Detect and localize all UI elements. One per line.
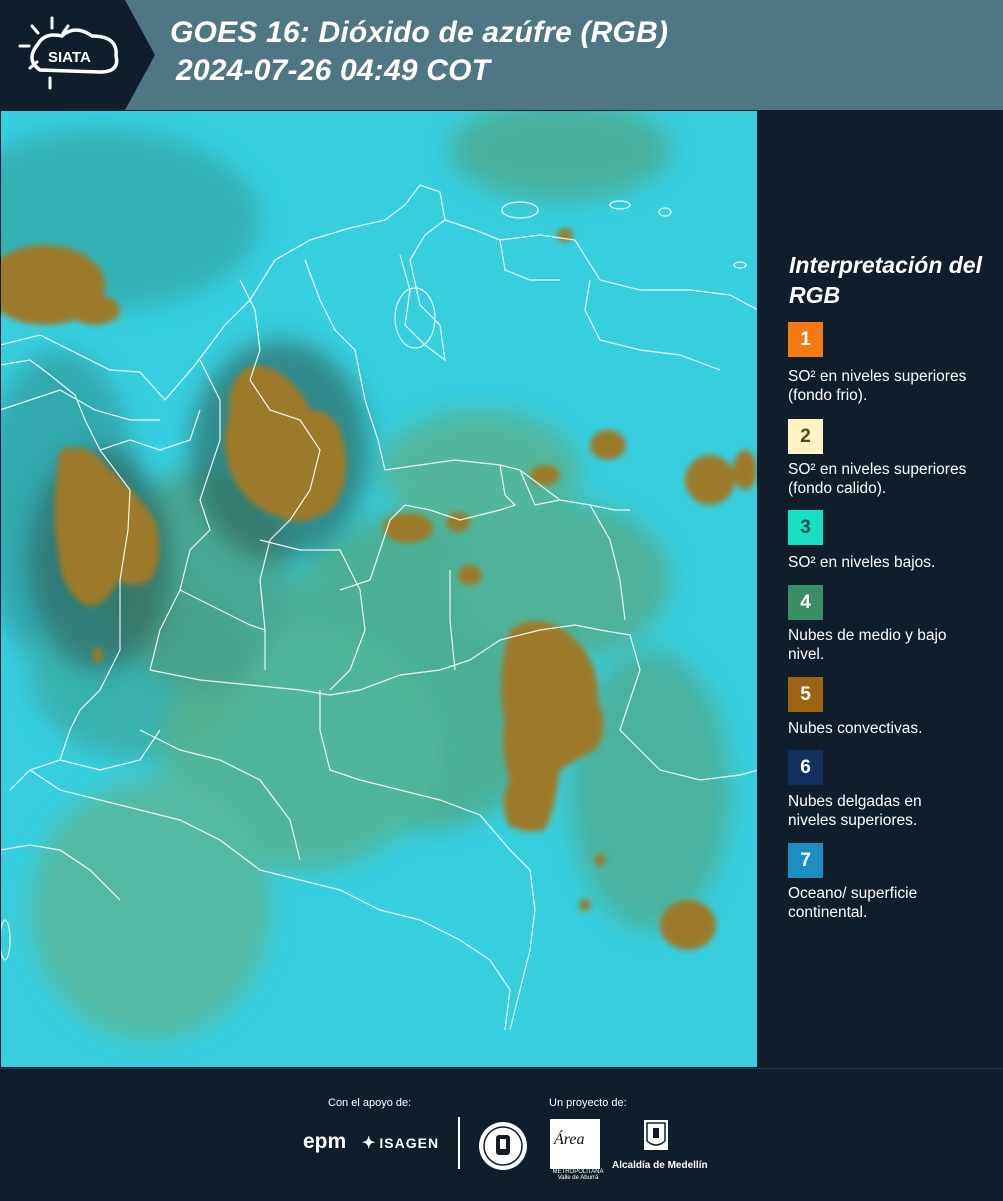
legend-label-5: Nubes convectivas. [788,720,923,737]
project-caption: Un proyecto de: [549,1097,627,1109]
legend-swatch-7: 7 [788,843,823,878]
legend-swatch-5: 5 [788,677,823,712]
legend-number-5: 5 [800,683,811,705]
alcaldia-shield-icon [644,1120,668,1150]
medellin-seal-icon [479,1122,527,1170]
isagen-mark-icon: ✦ [362,1135,377,1152]
footer: Con el apoyo de: Un proyecto de: epm ✦ IS… [0,1068,1003,1201]
legend-label-1: SO² en niveles superiores (fondo frio). [788,368,967,404]
legend-swatch-2: 2 [788,419,823,454]
legend-number-7: 7 [800,849,811,871]
footer-divider [458,1117,460,1169]
legend-label-7: Oceano/ superficie continental. [788,885,918,921]
legend-label-2: SO² en niveles superiores (fondo calido)… [788,461,967,497]
legend-label-4: Nubes de medio y bajo nivel. [788,627,947,663]
isagen-logo: ✦ ISAGEN [362,1133,439,1153]
legend-swatch-4: 4 [788,585,823,620]
siata-logo: SIATA [0,0,155,110]
legend-swatch-1: 1 [788,322,823,357]
page-title: GOES 16: Dióxido de azúfre (RGB) [170,16,669,49]
alcaldia-label: Alcaldía de Medellín [612,1160,708,1171]
siata-logo-text: SIATA [48,49,91,66]
area-logo-subtitle: METROPOLITANA Valle de Aburrá [552,1169,604,1181]
legend-panel: Interpretación del RGB 1 SO² en niveles … [758,110,1003,1068]
header-bar: SIATA GOES 16: Dióxido de azúfre (RGB) 2… [0,0,1003,110]
page-timestamp: 2024-07-26 04:49 COT [176,54,491,87]
legend-swatch-6: 6 [788,750,823,785]
legend-number-6: 6 [800,756,811,778]
legend-number-4: 4 [800,591,811,613]
isagen-logo-text: ISAGEN [379,1135,440,1151]
area-metropolitana-logo: Área [550,1119,600,1169]
legend-number-3: 3 [800,516,811,538]
legend-swatch-3: 3 [788,510,823,545]
legend-number-1: 1 [800,328,811,350]
legend-label-6: Nubes delgadas en niveles superiores. [788,793,922,829]
support-caption: Con el apoyo de: [328,1097,412,1109]
epm-logo: epm [303,1130,347,1153]
area-logo-text: Área [554,1131,585,1148]
legend-number-2: 2 [800,425,811,447]
legend-title: Interpretación del RGB [789,252,982,308]
satellite-map [0,110,758,1068]
legend-label-3: SO² en niveles bajos. [788,554,936,571]
